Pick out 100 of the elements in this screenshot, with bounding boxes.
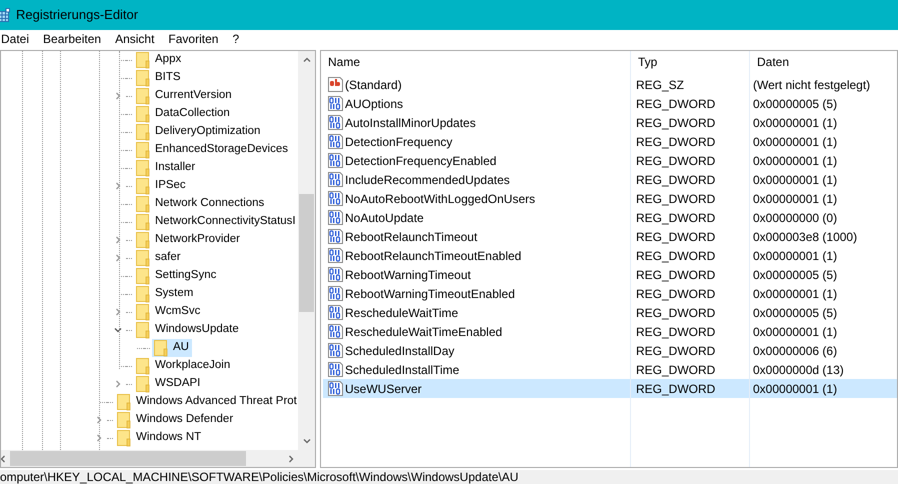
- value-row[interactable]: RebootRelaunchTimeoutEnabled REG_DWORD 0x00000001 (1): [323, 246, 897, 265]
- value-data: 0x000003e8 (1000): [752, 228, 858, 246]
- value-data: 0x00000001 (1): [752, 324, 838, 340]
- chevron-right-icon[interactable]: [114, 380, 122, 388]
- folder-icon: [136, 52, 150, 68]
- tree-item[interactable]: SettingSync: [134, 267, 220, 285]
- tree-item[interactable]: Appx: [134, 51, 184, 69]
- value-row[interactable]: NoAutoRebootWithLoggedOnUsers REG_DWORD 0x00000001 (1): [323, 189, 897, 208]
- scroll-left-icon[interactable]: [1, 454, 7, 462]
- value-row[interactable]: IncludeRecommendedUpdates REG_DWORD 0x00000001 (1): [323, 170, 897, 189]
- tree-item[interactable]: Installer: [134, 159, 198, 177]
- value-type: REG_DWORD: [635, 228, 716, 246]
- folder-icon: [136, 88, 150, 104]
- tree-item[interactable]: DeliveryOptimization: [134, 123, 264, 141]
- tree-item[interactable]: EnhancedStorageDevices: [134, 141, 291, 159]
- menu-item[interactable]: Ansicht: [111, 30, 158, 48]
- tree-item[interactable]: System: [134, 285, 196, 303]
- tree-item[interactable]: WSDAPI: [134, 375, 204, 393]
- tree-item[interactable]: Windows NT: [115, 429, 204, 447]
- value-name: UseWUServer: [345, 380, 422, 398]
- folder-icon: [136, 214, 150, 230]
- binary-value-icon: [328, 343, 343, 358]
- folder-icon: [136, 358, 150, 374]
- value-data: 0x00000001 (1): [752, 380, 838, 398]
- value-row[interactable]: DetectionFrequencyEnabled REG_DWORD 0x00000001 (1): [323, 151, 897, 170]
- value-data: 0x00000005 (5): [752, 96, 838, 112]
- column-header[interactable]: Daten: [749, 51, 897, 73]
- tree-item[interactable]: Windows Defender: [115, 411, 236, 429]
- value-row[interactable]: AutoInstallMinorUpdates REG_DWORD 0x00000001 (1): [323, 113, 897, 132]
- horizontal-scrollbar[interactable]: [1, 450, 315, 467]
- menu-item[interactable]: ?: [228, 30, 244, 48]
- folder-icon: [136, 124, 150, 140]
- folder-icon: [117, 412, 131, 428]
- value-type: REG_DWORD: [635, 152, 716, 170]
- folder-icon: [154, 340, 168, 356]
- folder-icon: [117, 394, 131, 410]
- value-type: REG_SZ: [635, 76, 686, 94]
- tree-item[interactable]: AU: [152, 339, 192, 357]
- menu-item[interactable]: Favoriten: [164, 30, 222, 48]
- tree-item[interactable]: NetworkConnectivityStatusI: [134, 213, 298, 231]
- menu-item[interactable]: Datei: [0, 30, 34, 48]
- chevron-right-icon[interactable]: [95, 434, 103, 442]
- value-data: 0x00000001 (1): [752, 114, 838, 132]
- value-row[interactable]: DetectionFrequency REG_DWORD 0x00000001 (1): [323, 132, 897, 151]
- tree-item[interactable]: safer: [134, 249, 184, 267]
- tree-item[interactable]: WcmSvc: [134, 303, 204, 321]
- window-title: Registrierungs-Editor: [16, 6, 138, 24]
- value-type: REG_DWORD: [635, 96, 716, 112]
- scrollbar-thumb[interactable]: [299, 194, 314, 312]
- binary-value-icon: [328, 210, 343, 225]
- tree-item[interactable]: CurrentVersion: [134, 87, 235, 105]
- chevron-right-icon[interactable]: [114, 92, 122, 100]
- chevron-right-icon[interactable]: [95, 416, 103, 424]
- value-row[interactable]: UseWUServer REG_DWORD 0x00000001 (1): [323, 379, 897, 398]
- chevron-right-icon[interactable]: [114, 182, 122, 190]
- folder-icon: [136, 286, 150, 302]
- value-row[interactable]: RebootWarningTimeout REG_DWORD 0x00000005 (5): [323, 265, 897, 284]
- scroll-up-icon[interactable]: [302, 56, 310, 64]
- tree-item[interactable]: Windows Advanced Threat Prot: [115, 393, 298, 411]
- value-data: 0x00000001 (1): [752, 190, 838, 208]
- value-type: REG_DWORD: [635, 114, 716, 132]
- menu-item[interactable]: Bearbeiten: [39, 30, 106, 48]
- chevron-right-icon[interactable]: [114, 308, 122, 316]
- tree-item[interactable]: NetworkProvider: [134, 231, 243, 249]
- value-data: 0x0000000d (13): [752, 362, 844, 378]
- scrollbar-thumb[interactable]: [10, 451, 246, 466]
- tree-item[interactable]: IPSec: [134, 177, 189, 195]
- value-name: DetectionFrequency: [345, 134, 452, 150]
- chevron-down-icon[interactable]: [114, 326, 122, 334]
- value-row[interactable]: AUOptions REG_DWORD 0x00000005 (5): [323, 94, 897, 113]
- folder-icon: [136, 322, 150, 338]
- value-row[interactable]: NoAutoUpdate REG_DWORD 0x00000000 (0): [323, 208, 897, 227]
- value-name: AUOptions: [345, 96, 404, 112]
- value-data: (Wert nicht festgelegt): [752, 76, 870, 94]
- value-row[interactable]: RescheduleWaitTimeEnabled REG_DWORD 0x00000001 (1): [323, 322, 897, 341]
- tree-item[interactable]: DataCollection: [134, 105, 233, 123]
- string-value-icon: [328, 77, 343, 92]
- value-row[interactable]: ScheduledInstallDay REG_DWORD 0x00000006 (6): [323, 341, 897, 360]
- chevron-right-icon[interactable]: [114, 236, 122, 244]
- value-row[interactable]: RescheduleWaitTime REG_DWORD 0x00000005 (5): [323, 303, 897, 322]
- binary-value-icon: [328, 267, 343, 282]
- value-data: 0x00000001 (1): [752, 172, 838, 188]
- binary-value-icon: [328, 115, 343, 130]
- value-name: ScheduledInstallTime: [345, 362, 460, 378]
- value-row[interactable]: RebootWarningTimeoutEnabled REG_DWORD 0x00000001 (1): [323, 284, 897, 303]
- scroll-down-icon[interactable]: [302, 437, 310, 445]
- tree-item[interactable]: BITS: [134, 69, 184, 87]
- vertical-scrollbar[interactable]: [298, 51, 315, 450]
- value-row[interactable]: ScheduledInstallTime REG_DWORD 0x0000000d (13): [323, 360, 897, 379]
- scroll-right-icon[interactable]: [287, 454, 295, 462]
- tree-item[interactable]: WorkplaceJoin: [134, 357, 234, 375]
- tree-item[interactable]: WindowsUpdate: [134, 321, 242, 339]
- value-row[interactable]: RebootRelaunchTimeout REG_DWORD 0x000003e8 (1000): [323, 227, 897, 246]
- chevron-right-icon[interactable]: [114, 254, 122, 262]
- column-header[interactable]: Name: [321, 51, 630, 73]
- tree-item[interactable]: Network Connections: [134, 195, 268, 213]
- value-type: REG_DWORD: [635, 304, 716, 322]
- value-data: 0x00000005 (5): [752, 304, 838, 322]
- column-header[interactable]: Typ: [630, 51, 749, 73]
- value-row[interactable]: (Standard) REG_SZ (Wert nicht festgelegt): [323, 75, 897, 94]
